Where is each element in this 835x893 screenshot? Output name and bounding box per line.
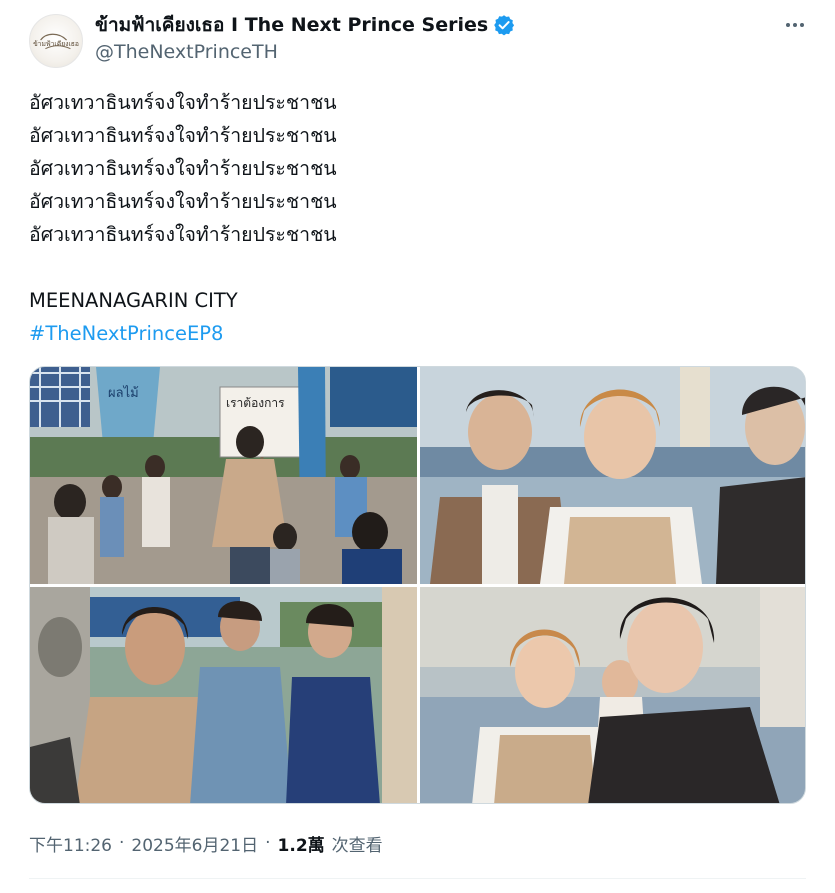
meta-separator: ·: [119, 833, 125, 853]
series-logo-icon: ข้ามฟ้าเคียงเธอ: [33, 33, 79, 50]
divider: [29, 878, 806, 879]
tweet-line: อัศวเทวาธินทร์จงใจทำร้ายประชาชน: [29, 157, 337, 180]
author-display-name[interactable]: ข้ามฟ้าเคียงเธอ I The Next Prince Series: [95, 10, 488, 40]
tweet-line: อัศวเทวาธินทร์จงใจทำร้ายประชาชน: [29, 190, 337, 213]
media-image-3[interactable]: [30, 587, 417, 803]
banner-text: ผลไม้: [108, 385, 139, 401]
verified-badge-icon: [494, 15, 515, 36]
tweet-text: อัศวเทวาธินทร์จงใจทำร้ายประชาชน อัศวเทวา…: [29, 86, 809, 350]
tweet-time[interactable]: 下午11:26: [29, 831, 112, 856]
hashtag-link[interactable]: #TheNextPrinceEP8: [29, 317, 809, 350]
media-grid: ผลไม้ เราต้องการ: [29, 366, 806, 804]
tweet-date[interactable]: 2025年6月21日: [131, 831, 258, 856]
three-actors-illustration: [420, 367, 805, 584]
author-handle[interactable]: @TheNextPrinceTH: [95, 41, 278, 63]
protest-sign-text: เราต้องการ: [226, 396, 285, 410]
tweet-line: อัศวเทวาธินทร์จงใจทำร้ายประชาชน: [29, 91, 337, 114]
avatar[interactable]: ข้ามฟ้าเคียงเธอ: [29, 14, 83, 68]
views-count: 1.2萬: [277, 835, 325, 856]
tweet-meta: 下午11:26 · 2025年6月21日 · 1.2萬 次查看: [29, 830, 383, 856]
tweet-line: อัศวเทวาธินทร์จงใจทำร้ายประชาชน: [29, 223, 337, 246]
tweet-city-line: MEENANAGARIN CITY: [29, 289, 238, 312]
two-actors-illustration: [420, 587, 805, 803]
meta-separator: ·: [265, 833, 271, 853]
author-name-row: ข้ามฟ้าเคียงเธอ I The Next Prince Series: [95, 12, 515, 38]
more-options-icon[interactable]: [779, 12, 811, 38]
square-confrontation-illustration: [30, 587, 417, 803]
media-image-1[interactable]: ผลไม้ เราต้องการ: [30, 367, 417, 584]
media-image-4[interactable]: [420, 587, 805, 803]
media-image-2[interactable]: [420, 367, 805, 584]
views-label: 次查看: [331, 835, 383, 856]
avatar-logo-text: ข้ามฟ้าเคียงเธอ: [33, 40, 79, 48]
tweet-line: อัศวเทวาธินทร์จงใจทำร้ายประชาชน: [29, 124, 337, 147]
protest-scene-illustration: ผลไม้ เราต้องการ: [30, 367, 417, 584]
